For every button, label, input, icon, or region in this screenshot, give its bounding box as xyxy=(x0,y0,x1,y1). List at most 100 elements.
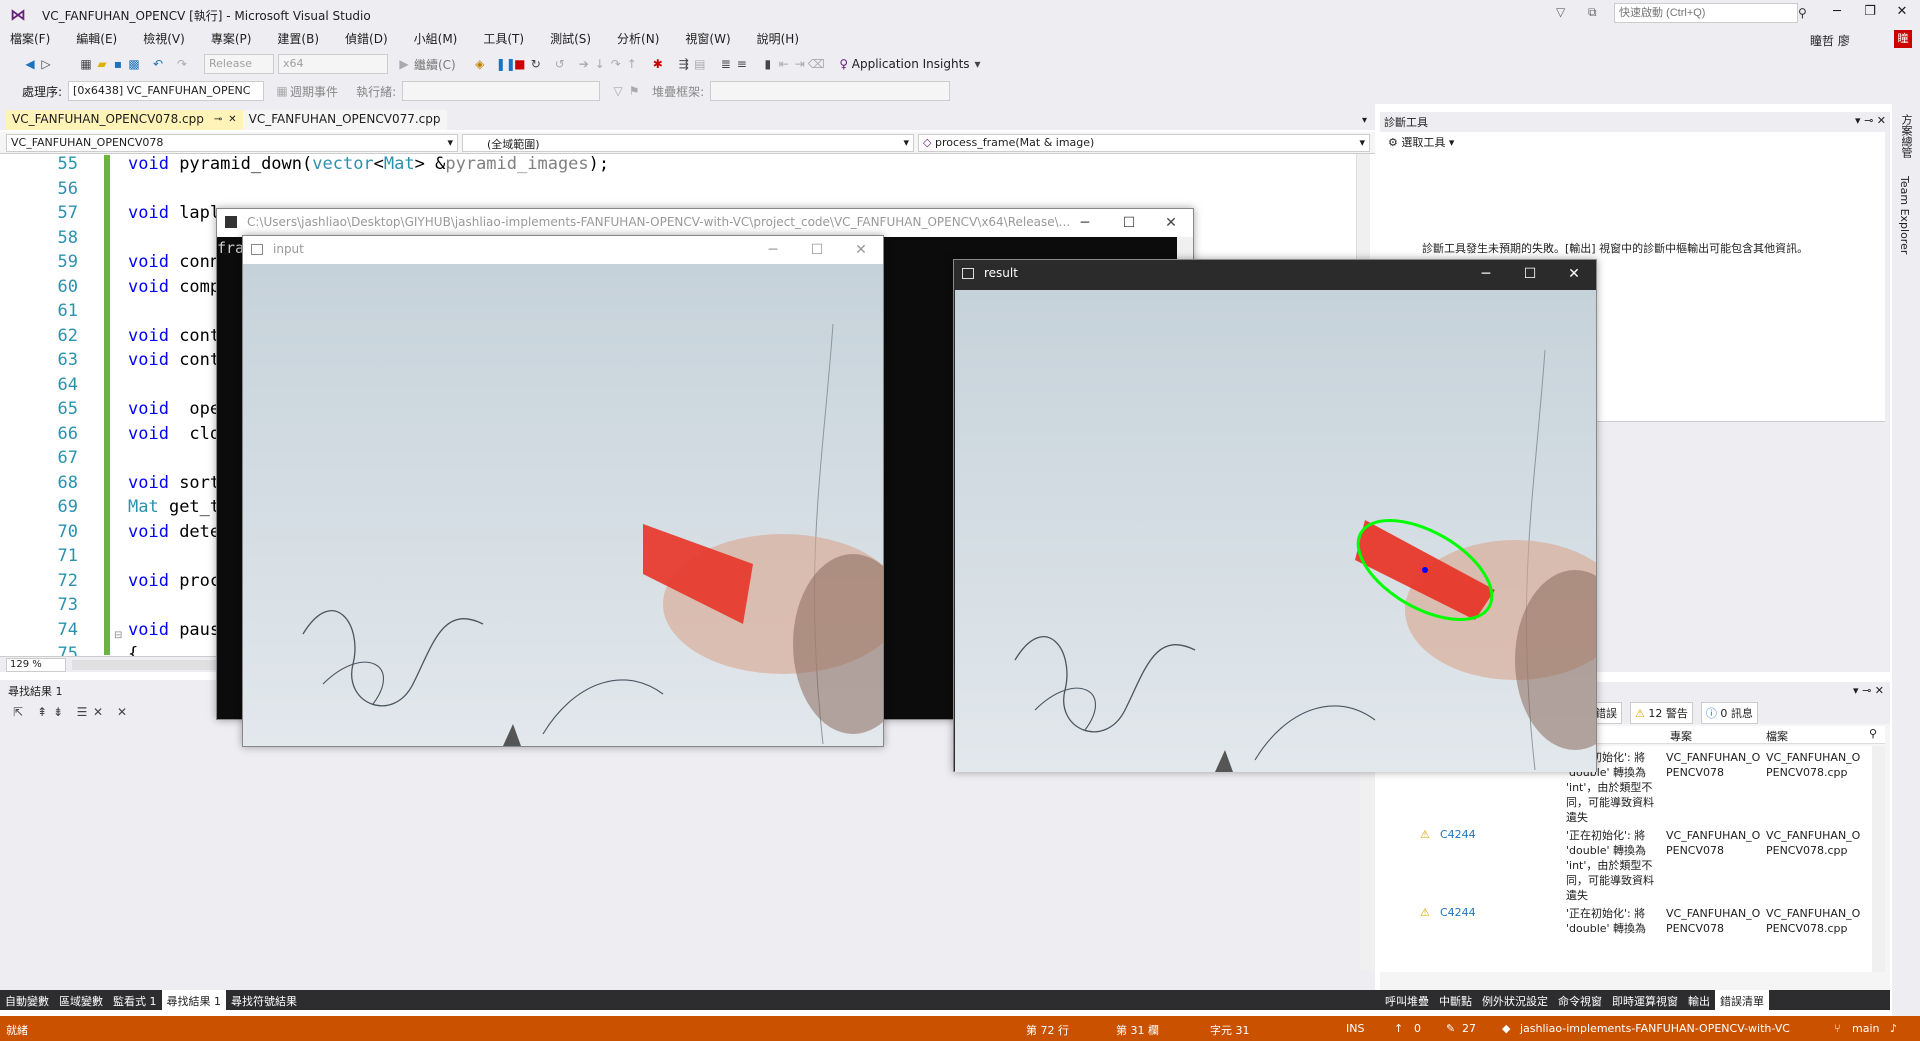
bottom-tab[interactable]: 尋找符號結果 xyxy=(226,990,302,1010)
pencil-icon[interactable]: ✎ xyxy=(1446,1022,1455,1035)
hot-reload-icon[interactable]: ↺ xyxy=(552,56,568,72)
avatar[interactable]: 瞳 xyxy=(1894,30,1912,48)
error-code[interactable]: C4244 xyxy=(1440,828,1476,841)
hex-icon[interactable]: ▤ xyxy=(692,56,708,72)
menu-item[interactable]: 視窗(W) xyxy=(685,28,730,50)
debug-target-icon[interactable]: ◈ xyxy=(472,56,488,72)
menu-item[interactable]: 說明(H) xyxy=(757,28,799,50)
clear-all-icon[interactable]: ✕ xyxy=(90,704,106,720)
error-scrollbar[interactable] xyxy=(1872,746,1885,972)
redo-icon[interactable]: ↷ xyxy=(174,56,190,72)
notification-bell-icon[interactable]: ♪ xyxy=(1890,1022,1897,1035)
clear-bookmark-icon[interactable]: ⌫ xyxy=(808,56,825,72)
error-panel-tab[interactable]: 呼叫堆疊 xyxy=(1380,990,1434,1010)
error-row[interactable]: ⚠ C4244 '正在初始化': 將 'double' 轉換為 'int'，由於類型… xyxy=(1380,824,1872,902)
code-line[interactable]: void pyramid_down(vector<Mat> &pyramid_i… xyxy=(128,154,609,174)
col-file[interactable]: 檔案 xyxy=(1766,728,1788,744)
quick-launch-input[interactable] xyxy=(1614,3,1798,23)
error-panel-tab[interactable]: 即時運算視窗 xyxy=(1607,990,1683,1010)
menu-item[interactable]: 偵錯(D) xyxy=(345,28,388,50)
next-icon[interactable]: ⇟ xyxy=(50,704,66,720)
save-all-icon[interactable]: ▩ xyxy=(126,56,142,72)
step-into-icon[interactable]: ↓ xyxy=(592,56,608,72)
error-panel-tab[interactable]: 輸出 xyxy=(1683,990,1715,1010)
code-line[interactable]: void comp xyxy=(128,277,220,297)
exception-icon[interactable]: ✱ xyxy=(650,56,666,72)
maximize-button[interactable]: ☐ xyxy=(1107,209,1151,237)
forward-icon[interactable]: ▷ xyxy=(38,56,54,72)
code-line[interactable]: void dete xyxy=(128,522,220,542)
next-bookmark-icon[interactable]: ⇥ xyxy=(792,56,808,72)
bottom-tab[interactable]: 自動變數 xyxy=(0,990,54,1010)
step-out-icon[interactable]: ↑ xyxy=(624,56,640,72)
minimize-button[interactable]: ─ xyxy=(1823,4,1851,24)
thread-icon[interactable]: ⇶ xyxy=(676,56,692,72)
notification-icon[interactable]: ⧉ xyxy=(1588,5,1597,20)
code-line[interactable]: Mat get_t xyxy=(128,497,220,517)
play-icon[interactable]: ▶ xyxy=(396,56,412,72)
tab-opencv077[interactable]: VC_FANFUHAN_OPENCV077.cpp xyxy=(242,110,447,130)
back-icon[interactable]: ◀ xyxy=(22,56,38,72)
error-row[interactable]: ⚠ C4244 '正在初始化': 將 'double' 轉換為 VC_FANFUHAN… xyxy=(1380,902,1872,972)
maximize-button[interactable]: ☐ xyxy=(795,236,839,264)
code-line[interactable]: void clo xyxy=(128,424,220,444)
lifecycle-events-button[interactable]: 週期事件 xyxy=(290,83,338,100)
filter-icon[interactable]: ▽ xyxy=(610,83,626,99)
close-button[interactable]: ✕ xyxy=(1552,260,1596,288)
bookmark-icon[interactable]: ▮ xyxy=(760,56,776,72)
messages-filter[interactable]: ⓘ 0 訊息 xyxy=(1700,702,1758,724)
maximize-button[interactable]: ❐ xyxy=(1856,4,1884,24)
bottom-tab[interactable]: 尋找結果 1 xyxy=(161,990,226,1010)
pause-icon[interactable]: ❚❚ xyxy=(496,56,516,72)
close-icon[interactable]: ▾ ⊸ ✕ xyxy=(1853,684,1884,697)
team-explorer-tab[interactable]: Team Explorer xyxy=(1898,176,1911,254)
zoom-dropdown[interactable]: 129 % xyxy=(6,657,66,672)
code-line[interactable]: void sort xyxy=(128,473,220,493)
prev-bookmark-icon[interactable]: ⇤ xyxy=(776,56,792,72)
user-name[interactable]: 瞳哲 廖 xyxy=(1810,32,1850,49)
member-dropdown[interactable]: ◇ process_frame(Mat & image) ▾ xyxy=(918,134,1370,152)
undo-icon[interactable]: ↶ xyxy=(150,56,166,72)
search-icon[interactable]: ⚲ xyxy=(1869,727,1877,740)
maximize-button[interactable]: ☐ xyxy=(1508,260,1552,288)
result-window[interactable]: result ─ ☐ ✕ xyxy=(953,259,1597,772)
tab-opencv078[interactable]: VC_FANFUHAN_OPENCV078.cpp ⊸ ✕ xyxy=(6,110,243,130)
thread-dropdown[interactable] xyxy=(402,81,601,101)
bottom-tab[interactable]: 區域變數 xyxy=(54,990,108,1010)
lightbulb-icon[interactable]: ♀ xyxy=(836,56,852,72)
code-line[interactable]: void lapl xyxy=(128,203,220,223)
publish-icon[interactable]: ↑ xyxy=(1394,1022,1403,1035)
error-panel-tab[interactable]: 中斷點 xyxy=(1434,990,1477,1010)
stop-find-icon[interactable]: ✕ xyxy=(114,704,130,720)
warnings-filter[interactable]: ⚠ 12 警告 xyxy=(1630,702,1693,724)
code-line[interactable]: void ope xyxy=(128,399,220,419)
filter-icon[interactable]: ▽ xyxy=(1556,5,1565,19)
menu-item[interactable]: 測試(S) xyxy=(550,28,591,50)
uncomment-icon[interactable]: ≡ xyxy=(734,56,750,72)
solution-explorer-tab[interactable]: 方案總管 xyxy=(1898,114,1914,158)
code-line[interactable]: void proc xyxy=(128,571,220,591)
error-panel-tab[interactable]: 錯誤清單 xyxy=(1715,990,1769,1010)
menu-item[interactable]: 分析(N) xyxy=(617,28,659,50)
minimize-button[interactable]: ─ xyxy=(1063,209,1107,237)
collapse-icon[interactable]: ⊟ xyxy=(114,630,122,641)
show-next-statement-icon[interactable]: ➔ xyxy=(576,56,592,72)
bottom-tab[interactable]: 監看式 1 xyxy=(108,990,162,1010)
save-icon[interactable]: ▪ xyxy=(110,56,126,72)
project-dropdown[interactable]: VC_FANFUHAN_OPENCV078 ▾ xyxy=(6,134,458,152)
process-dropdown[interactable]: [0x6438] VC_FANFUHAN_OPENC xyxy=(68,81,265,101)
code-line[interactable]: void paus xyxy=(128,620,220,640)
close-button[interactable]: ✕ xyxy=(839,236,883,264)
tab-overflow-icon[interactable]: ▾ xyxy=(1362,115,1367,126)
menu-item[interactable]: 編輯(E) xyxy=(76,28,117,50)
minimize-button[interactable]: ─ xyxy=(1464,260,1508,288)
menu-item[interactable]: 專案(P) xyxy=(211,28,252,50)
error-panel-tab[interactable]: 命令視窗 xyxy=(1553,990,1607,1010)
stop-icon[interactable]: ■ xyxy=(512,56,528,72)
scope-dropdown[interactable]: (全域範圍) ▾ xyxy=(462,134,914,152)
step-over-icon[interactable]: ↷ xyxy=(608,56,624,72)
minimize-button[interactable]: ─ xyxy=(751,236,795,264)
close-button[interactable]: ✕ xyxy=(1888,4,1916,24)
menu-item[interactable]: 檢視(V) xyxy=(143,28,185,50)
close-icon[interactable]: ▾ ⊸ ✕ xyxy=(1855,114,1886,127)
